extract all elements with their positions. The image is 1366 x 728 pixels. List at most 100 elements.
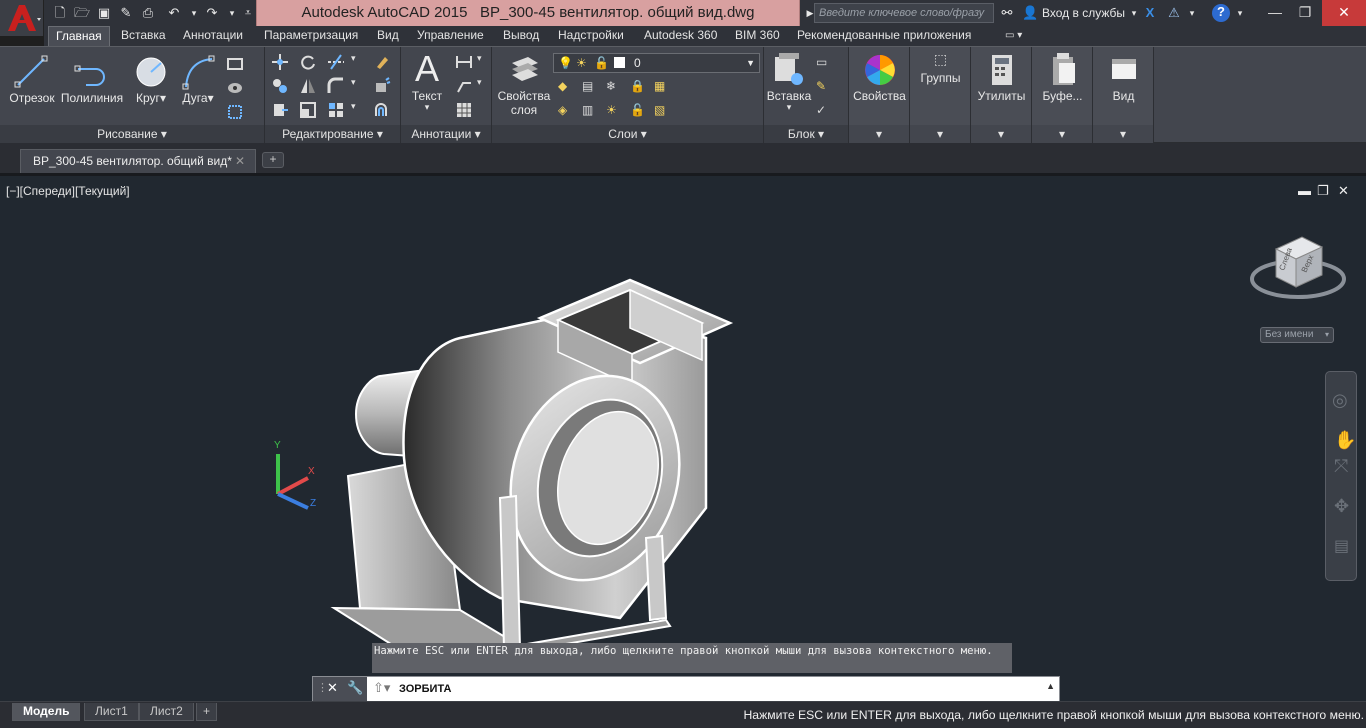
layer-make-current-icon[interactable]: ◈: [558, 103, 576, 121]
layer-previous-icon[interactable]: ▧: [654, 103, 672, 121]
insert-block-button[interactable]: Вставка ▾: [766, 51, 812, 112]
new-tab-button[interactable]: +: [262, 152, 284, 168]
undo-icon[interactable]: ↶: [166, 5, 182, 21]
panel-draw-title[interactable]: Рисование ▾: [0, 125, 264, 143]
showmotion-icon[interactable]: ▤: [1334, 536, 1349, 556]
tab-parametric[interactable]: Параметризация: [257, 26, 365, 46]
command-settings-icon[interactable]: 🔧: [347, 680, 363, 696]
layer-off-icon[interactable]: ◆: [558, 79, 576, 97]
viewcube[interactable]: Слева Верх: [1248, 231, 1348, 311]
dimension-icon[interactable]: [455, 53, 473, 71]
panel-view-expand[interactable]: ▾: [1093, 125, 1153, 143]
restore-icon[interactable]: ❐: [1290, 0, 1320, 26]
layer-dropdown[interactable]: 💡 ☀ 🔓 0 ▼: [553, 53, 760, 73]
panel-groups-expand[interactable]: ▾: [910, 125, 970, 143]
drawing-viewport[interactable]: [−][Спереди][Текущий] ▬ ❐ ✕ Слева Верх Б…: [0, 173, 1366, 702]
circle-button[interactable]: Круг▾: [128, 53, 174, 105]
viewport-close-icon[interactable]: ✕: [1338, 183, 1349, 199]
array-dropdown-icon[interactable]: ▾: [351, 101, 356, 112]
ucs-dropdown[interactable]: Без имени ▾: [1260, 327, 1334, 343]
layer-thaw-all-icon[interactable]: ☀: [606, 103, 624, 121]
layer-unlock-icon[interactable]: 🔓: [630, 103, 648, 121]
tab-insert[interactable]: Вставка: [114, 26, 173, 46]
recent-commands-icon[interactable]: ⇧▾: [373, 680, 390, 696]
command-input[interactable]: ЗОРБИТА: [399, 677, 451, 701]
panel-block-title[interactable]: Блок ▾: [764, 125, 848, 143]
ribbon-minimize-toggle-icon[interactable]: ▭ ▾: [998, 26, 1029, 46]
save-as-icon[interactable]: ✎: [118, 5, 134, 21]
array-icon[interactable]: [327, 101, 345, 119]
tab-home[interactable]: Главная: [48, 26, 110, 46]
command-history-icon[interactable]: ▲: [1046, 681, 1055, 691]
autodesk-360-icon[interactable]: ⚠: [1166, 5, 1182, 21]
search-input[interactable]: Введите ключевое слово/фразу: [814, 3, 994, 23]
layer-match-icon[interactable]: ▦: [654, 79, 672, 97]
application-menu-button[interactable]: [0, 0, 44, 36]
fillet-dropdown-icon[interactable]: ▾: [351, 77, 356, 88]
arc-button[interactable]: Дуга▾: [176, 53, 220, 105]
groups-button[interactable]: ⬚ Группы: [912, 51, 969, 85]
leader-dropdown-icon[interactable]: ▾: [477, 77, 482, 88]
help-dropdown-icon[interactable]: ▾: [1232, 5, 1248, 21]
stretch-icon[interactable]: [271, 101, 289, 119]
tab-view[interactable]: Вид: [370, 26, 406, 46]
mirror-icon[interactable]: [299, 77, 317, 95]
undo-dropdown-icon[interactable]: ▾: [186, 5, 202, 21]
fan-3d-model[interactable]: [330, 268, 750, 658]
tab-addins[interactable]: Надстройки: [551, 26, 631, 46]
panel-modify-title[interactable]: Редактирование ▾: [265, 125, 400, 143]
hatch-icon[interactable]: [226, 79, 244, 97]
panel-layers-title[interactable]: Слои ▾: [492, 125, 763, 143]
region-icon[interactable]: [226, 103, 244, 121]
create-block-icon[interactable]: ▭: [816, 55, 834, 73]
layer-properties-button[interactable]: Свойства слоя: [494, 51, 554, 117]
open-file-icon[interactable]: 🗁: [74, 5, 90, 21]
tab-autodesk-360[interactable]: Autodesk 360: [637, 26, 724, 46]
polyline-button[interactable]: Полилиния: [59, 53, 125, 105]
signin-dropdown-icon[interactable]: ▾: [1126, 5, 1142, 21]
user-icon[interactable]: 👤: [1022, 5, 1038, 21]
redo-icon[interactable]: ↷: [204, 5, 220, 21]
dimension-dropdown-icon[interactable]: ▾: [477, 53, 482, 64]
explode-icon[interactable]: [373, 77, 391, 95]
help-icon[interactable]: ?: [1212, 4, 1230, 22]
steering-wheel-icon[interactable]: ◎: [1332, 390, 1348, 411]
layer-unisolate-icon[interactable]: ▥: [582, 103, 600, 121]
layout-tab-sheet1[interactable]: Лист1: [84, 703, 139, 721]
layer-freeze-icon[interactable]: ❄: [606, 79, 624, 97]
tab-annotate[interactable]: Аннотации: [176, 26, 250, 46]
close-window-icon[interactable]: ✕: [1322, 0, 1366, 26]
binoculars-icon[interactable]: ⚯: [999, 5, 1015, 21]
new-file-icon[interactable]: 🗋: [52, 5, 68, 21]
rotate-icon[interactable]: [299, 53, 317, 71]
erase-icon[interactable]: [373, 53, 391, 71]
clipboard-button[interactable]: Буфе...: [1034, 51, 1091, 103]
fillet-icon[interactable]: [327, 77, 345, 95]
leader-icon[interactable]: [455, 77, 473, 95]
viewport-minimize-icon[interactable]: ▬: [1298, 183, 1311, 198]
view-button[interactable]: Вид: [1095, 51, 1152, 103]
close-tab-icon[interactable]: ✕: [235, 150, 245, 172]
customize-quick-access-icon[interactable]: ⩡: [240, 5, 256, 21]
layer-lock-tool-icon[interactable]: 🔒: [630, 79, 648, 97]
tab-manage[interactable]: Управление: [410, 26, 491, 46]
command-line[interactable]: ⋮ ✕ 🔧 ⇧▾ ЗОРБИТА ▲: [312, 676, 1060, 702]
exchange-apps-icon[interactable]: X: [1142, 5, 1158, 21]
a360-dropdown-icon[interactable]: ▾: [1184, 5, 1200, 21]
document-tab[interactable]: ВР_300-45 вентилятор. общий вид* ✕: [20, 149, 256, 173]
trim-icon[interactable]: [327, 53, 345, 71]
panel-clipboard-expand[interactable]: ▾: [1032, 125, 1092, 143]
line-button[interactable]: Отрезок: [6, 53, 58, 105]
move-icon[interactable]: [271, 53, 289, 71]
edit-attributes-icon[interactable]: ✓: [816, 103, 834, 121]
viewport-restore-icon[interactable]: ❐: [1317, 183, 1329, 199]
scale-icon[interactable]: [299, 101, 317, 119]
zoom-extents-icon[interactable]: ⤧: [1334, 456, 1348, 477]
properties-button[interactable]: Свойства: [851, 51, 908, 103]
panel-annotation-title[interactable]: Аннотации ▾: [401, 125, 491, 143]
tab-featured-apps[interactable]: Рекомендованные приложения: [790, 26, 978, 46]
minimize-icon[interactable]: —: [1260, 0, 1290, 26]
tab-bim-360[interactable]: BIM 360: [728, 26, 787, 46]
layout-tab-model[interactable]: Модель: [12, 703, 81, 721]
command-close-icon[interactable]: ✕: [327, 680, 338, 696]
